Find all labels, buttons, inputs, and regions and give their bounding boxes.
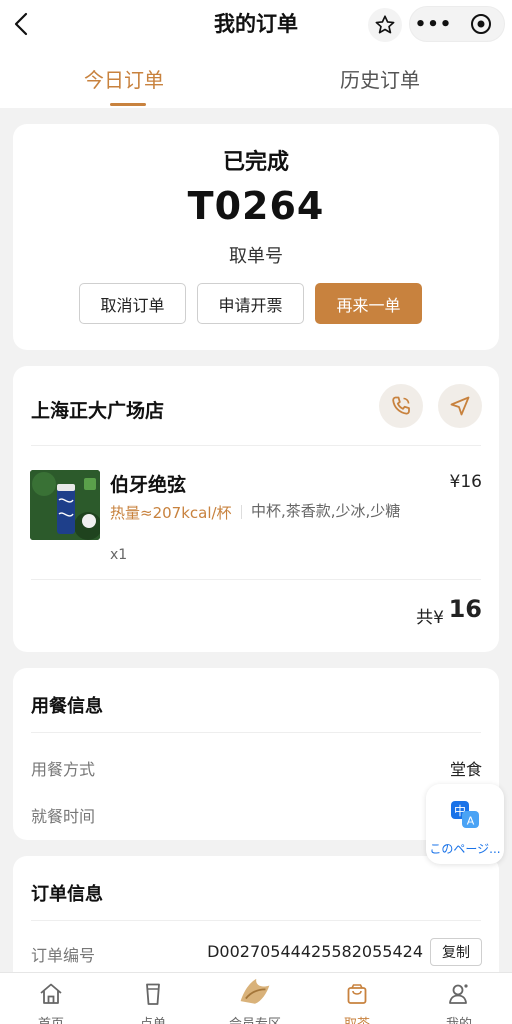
star-icon [375,15,395,34]
dining-time-label: 就餐时间 [31,807,96,826]
svg-text:A: A [467,815,475,828]
favorite-button[interactable] [368,8,402,42]
nav-order[interactable]: 点单 [102,973,204,1024]
navigate-button[interactable] [438,384,482,428]
divider [31,579,481,580]
nav-home[interactable]: 首页 [0,973,102,1024]
total-value: 16 [448,595,482,623]
product-price: ¥16 [449,472,482,492]
nav-label: 首页 [0,1013,102,1024]
active-tab-indicator [110,103,146,106]
nav-member[interactable]: 会员专区 [204,973,306,1024]
tab-history-orders[interactable]: 历史订单 [340,64,420,93]
more-icon[interactable]: ••• [410,14,457,35]
nav-label: 会员专区 [204,1013,306,1024]
cancel-order-button[interactable]: 取消订单 [79,283,186,324]
total-label: 共¥ [416,608,444,628]
navigation-icon [450,396,470,416]
phone-icon [392,396,410,415]
menu-capsule: ••• [409,6,505,42]
product-quantity: x1 [110,547,128,563]
nav-label: 点单 [102,1013,204,1024]
bottom-nav: 首页 点单 会员专区 取茶 我的 [0,972,512,1024]
store-order-card: 上海正大广场店 伯牙绝弦 ¥16 热量≈207kcal/杯 中杯,茶香款,少冰,… [13,366,499,652]
copy-button[interactable]: 复制 [430,938,482,966]
divider [31,445,481,446]
home-icon [40,983,62,1004]
order-tabs: 今日订单 历史订单 [0,48,512,108]
pickup-number-label: 取单号 [229,246,283,267]
bag-icon [347,984,367,1004]
product-specs: 中杯,茶香款,少冰,少糖 [251,502,401,520]
product-image [30,470,100,540]
top-bar: 我的订单 ••• [0,0,512,48]
close-button[interactable] [457,12,504,36]
translate-label: このページ... [429,842,501,856]
nav-pickup[interactable]: 取茶 [306,973,408,1024]
section-title: 订单信息 [31,884,103,905]
section-title: 用餐信息 [31,696,103,717]
pickup-number: T0264 [187,184,325,228]
dining-method-label: 用餐方式 [31,760,96,779]
nav-label: 我的 [408,1013,510,1024]
product-name: 伯牙绝弦 [110,474,187,496]
cup-icon [146,983,160,1005]
divider [31,920,481,921]
reorder-button[interactable]: 再来一单 [315,283,422,324]
order-number-label: 订单编号 [31,946,96,965]
store-name: 上海正大广场店 [31,400,165,422]
nav-mine[interactable]: 我的 [408,973,510,1024]
close-icon [470,14,491,34]
order-number-value: D0027054442558205542​4 [207,942,423,961]
translate-popup[interactable]: 中 A このページ... [426,784,504,864]
nav-label: 取茶 [306,1013,408,1024]
member-icon [240,978,270,1004]
user-icon [449,984,468,1004]
divider [31,732,481,733]
invoice-button[interactable]: 申请开票 [197,283,304,324]
translate-icon: 中 A [451,801,479,828]
order-status: 已完成 [222,150,289,175]
order-status-card: 已完成 T0264 取单号 取消订单 申请开票 再来一单 [13,124,499,350]
call-store-button[interactable] [379,384,423,428]
tab-today-orders[interactable]: 今日订单 [84,64,164,93]
dining-method-value: 堂食 [449,760,482,779]
